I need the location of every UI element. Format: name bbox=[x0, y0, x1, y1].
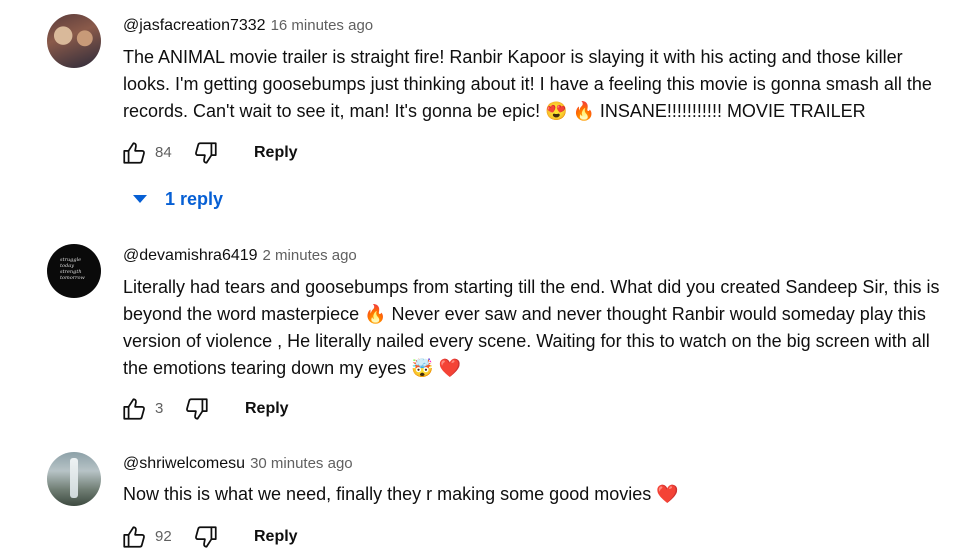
like-count: 84 bbox=[155, 144, 172, 161]
comment-meta: @jasfacreation7332 16 minutes ago bbox=[123, 17, 373, 35]
thumbs-down-icon bbox=[195, 142, 217, 164]
comment-actions: 3 Reply bbox=[119, 394, 419, 424]
timestamp[interactable]: 16 minutes ago bbox=[271, 17, 374, 34]
thumbs-up-icon bbox=[123, 142, 145, 164]
comment-3: @shriwelcomesu 30 minutes ago Now this is… bbox=[0, 440, 976, 560]
dislike-button[interactable] bbox=[191, 522, 221, 552]
reply-button[interactable]: Reply bbox=[254, 144, 298, 162]
like-button[interactable] bbox=[119, 394, 149, 424]
comment-2: struggle today strength tomorrow @devami… bbox=[0, 230, 976, 440]
author-handle[interactable]: @devamishra6419 bbox=[123, 247, 258, 264]
avatar[interactable] bbox=[47, 14, 101, 68]
comment-text: Now this is what we need, finally they r… bbox=[123, 484, 679, 504]
like-count: 92 bbox=[155, 528, 172, 545]
comment-text: The ANIMAL movie trailer is straight fir… bbox=[123, 47, 932, 121]
dislike-button[interactable] bbox=[182, 394, 212, 424]
replies-label: 1 reply bbox=[165, 188, 224, 209]
reply-button[interactable]: Reply bbox=[254, 528, 298, 546]
comment-actions: 92 Reply bbox=[119, 522, 419, 552]
reply-button[interactable]: Reply bbox=[245, 400, 289, 418]
avatar-text: struggle today strength tomorrow bbox=[60, 257, 85, 281]
author-handle[interactable]: @jasfacreation7332 bbox=[123, 17, 266, 34]
thumbs-down-icon bbox=[195, 526, 217, 548]
comment-text: Literally had tears and goosebumps from … bbox=[123, 277, 940, 378]
waterfall-image bbox=[70, 458, 78, 498]
timestamp[interactable]: 2 minutes ago bbox=[263, 247, 357, 264]
comment-1: @jasfacreation7332 16 minutes ago The ANI… bbox=[0, 0, 976, 230]
comment-meta: @shriwelcomesu 30 minutes ago bbox=[123, 455, 353, 473]
triangle-down-icon bbox=[133, 195, 147, 203]
comment-actions: 84 Reply bbox=[119, 138, 419, 168]
timestamp[interactable]: 30 minutes ago bbox=[250, 455, 353, 472]
like-button[interactable] bbox=[119, 522, 149, 552]
thumbs-up-icon bbox=[123, 526, 145, 548]
dislike-button[interactable] bbox=[191, 138, 221, 168]
like-button[interactable] bbox=[119, 138, 149, 168]
comment-meta: @devamishra6419 2 minutes ago bbox=[123, 247, 357, 265]
thumbs-down-icon bbox=[186, 398, 208, 420]
view-replies-button[interactable]: 1 reply bbox=[130, 186, 223, 212]
like-count: 3 bbox=[155, 400, 164, 417]
thumbs-up-icon bbox=[123, 398, 145, 420]
avatar[interactable] bbox=[47, 452, 101, 506]
avatar[interactable]: struggle today strength tomorrow bbox=[47, 244, 101, 298]
author-handle[interactable]: @shriwelcomesu bbox=[123, 455, 245, 472]
